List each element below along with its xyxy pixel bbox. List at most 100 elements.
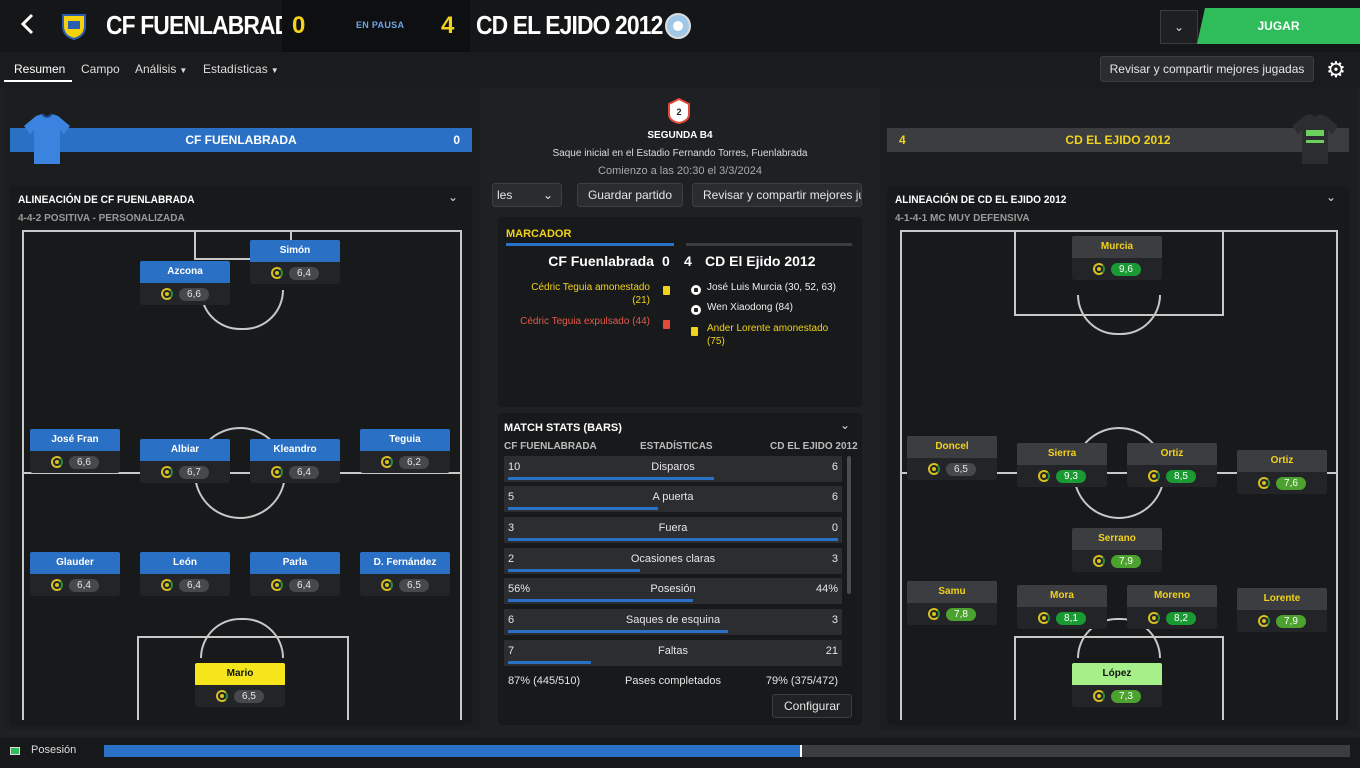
stat-home-bar xyxy=(508,569,640,572)
collapse-home-lineup-button[interactable]: ⌄ xyxy=(448,190,458,204)
svg-text:2: 2 xyxy=(676,107,681,117)
stat-label: Posesión xyxy=(650,583,696,595)
player-card[interactable]: D. Fernández 6,5 xyxy=(360,552,450,596)
play-button[interactable]: JUGAR xyxy=(1197,8,1360,44)
goalkeeper-card[interactable]: López 7,3 xyxy=(1072,663,1162,707)
bottom-box-line xyxy=(1014,636,1224,638)
collapse-stats-button[interactable]: ⌄ xyxy=(840,418,850,432)
review-highlights-button[interactable]: Revisar y compartir mejores jugadas xyxy=(1100,56,1314,82)
player-name: Moreno xyxy=(1127,585,1217,607)
player-rating: 6,4 xyxy=(289,266,319,280)
tab-label: Resumen xyxy=(14,62,66,76)
back-button[interactable] xyxy=(16,12,40,40)
away-event: (75) xyxy=(707,336,725,347)
player-card[interactable]: Albiar 6,7 xyxy=(140,439,230,483)
rating-icon xyxy=(271,466,284,478)
player-card[interactable]: Ortiz 7,6 xyxy=(1237,450,1327,494)
stat-row: A puerta 5 6 xyxy=(504,486,842,512)
rating-icon xyxy=(1148,470,1161,482)
player-rating: 6,5 xyxy=(946,462,976,476)
match-options-dropdown[interactable]: ⌄ xyxy=(1160,10,1198,44)
configure-button[interactable]: Configurar xyxy=(772,694,852,718)
rating-icon xyxy=(271,579,284,591)
player-name: Ortiz xyxy=(1127,443,1217,465)
player-rating: 6,4 xyxy=(289,465,319,479)
player-card[interactable]: Samu 7,8 xyxy=(907,581,997,625)
player-card[interactable]: Simón 6,4 xyxy=(250,240,340,284)
stat-label: Disparos xyxy=(651,461,695,473)
tab-resumen[interactable]: Resumen xyxy=(14,62,65,76)
chevron-down-icon: ▼ xyxy=(179,66,188,75)
home-formation: 4-4-2 POSITIVA - PERSONALIZADA xyxy=(18,213,185,224)
tab-analisis[interactable]: Análisis ▼ xyxy=(135,62,187,76)
rating-icon xyxy=(1093,690,1106,702)
goalkeeper-card[interactable]: Mario 6,5 xyxy=(195,663,285,707)
player-card[interactable]: Teguia 6,2 xyxy=(360,429,450,473)
player-card[interactable]: Moreno 8,2 xyxy=(1127,585,1217,629)
player-card[interactable]: Azcona 6,6 xyxy=(140,261,230,305)
home-kit-icon xyxy=(22,112,72,166)
away-team-name: CD EL EJIDO 2012 xyxy=(476,10,663,40)
player-card[interactable]: José Fran 6,6 xyxy=(30,429,120,473)
chevron-down-icon: ⌄ xyxy=(1326,190,1337,204)
stat-home-value: 3 xyxy=(508,522,515,534)
stat-label: Ocasiones claras xyxy=(630,553,716,565)
rating-icon xyxy=(1258,477,1271,489)
active-tab-underline xyxy=(4,80,72,82)
home-lineup-title: ALINEACIÓN DE CF FUENLABRADA xyxy=(18,194,195,206)
player-card[interactable]: Glauder 6,4 xyxy=(30,552,120,596)
stats-scrollbar[interactable] xyxy=(847,456,851,594)
player-rating: 7,6 xyxy=(1276,476,1306,490)
goal-ball-icon xyxy=(691,301,701,319)
player-card[interactable]: Parla 6,4 xyxy=(250,552,340,596)
rating-icon xyxy=(51,579,64,591)
settings-button[interactable]: ⚙ xyxy=(1322,56,1350,84)
player-card[interactable]: Sierra 9,3 xyxy=(1017,443,1107,487)
stat-label: Saques de esquina xyxy=(625,614,721,626)
player-card[interactable]: Doncel 6,5 xyxy=(907,436,997,480)
stat-away-value: 79% (375/472) xyxy=(765,675,838,687)
footer-label: Posesión xyxy=(31,744,77,756)
review-highlights-button-2[interactable]: Revisar y compartir mejores ju xyxy=(692,183,862,207)
red-card-icon xyxy=(663,316,670,334)
player-name: Kleandro xyxy=(250,439,340,461)
scoreboard-away-name: CD El Ejido 2012 xyxy=(705,253,816,269)
player-rating: 6,6 xyxy=(179,287,209,301)
player-card[interactable]: Serrano 7,9 xyxy=(1072,528,1162,572)
stats-middle-column: ESTADÍSTICAS xyxy=(640,441,713,452)
possession-bar xyxy=(104,745,1350,757)
top-box-side xyxy=(194,230,196,258)
player-card[interactable]: Mora 8,1 xyxy=(1017,585,1107,629)
player-rating: 6,7 xyxy=(179,465,209,479)
player-card[interactable]: Murcia 9,6 xyxy=(1072,236,1162,280)
tab-label: Campo xyxy=(81,62,120,76)
player-card[interactable]: León 6,4 xyxy=(140,552,230,596)
tab-estadisticas[interactable]: Estadísticas ▼ xyxy=(203,62,279,76)
player-rating: 6,5 xyxy=(399,578,429,592)
player-card[interactable]: Kleandro 6,4 xyxy=(250,439,340,483)
collapse-away-lineup-button[interactable]: ⌄ xyxy=(1326,190,1336,204)
player-name: Murcia xyxy=(1072,236,1162,258)
partial-dropdown-button[interactable]: les ⌄ xyxy=(492,183,562,207)
away-score: 4 xyxy=(441,12,455,39)
chevron-down-icon: ⌄ xyxy=(840,418,851,432)
save-match-button[interactable]: Guardar partido xyxy=(577,183,683,207)
player-name: Mora xyxy=(1017,585,1107,607)
rating-icon xyxy=(381,456,394,468)
tab-campo[interactable]: Campo xyxy=(81,62,120,76)
player-rating: 8,5 xyxy=(1166,469,1196,483)
stats-home-column: CF FUENLABRADA xyxy=(504,441,597,452)
player-name: Mario xyxy=(195,663,285,685)
partial-button-label: les xyxy=(497,188,513,202)
home-scoreboard-accent xyxy=(506,243,674,246)
player-name: Teguia xyxy=(360,429,450,451)
player-card[interactable]: Ortiz 8,5 xyxy=(1127,443,1217,487)
player-rating: 9,6 xyxy=(1111,262,1141,276)
rating-icon xyxy=(1038,612,1051,624)
player-rating: 6,4 xyxy=(69,578,99,592)
player-rating: 8,1 xyxy=(1056,611,1086,625)
home-bar-name: CF FUENLABRADA xyxy=(185,133,297,147)
stat-row: Fuera 3 0 xyxy=(504,517,842,543)
bottom-box-side xyxy=(1014,636,1016,720)
player-card[interactable]: Lorente 7,9 xyxy=(1237,588,1327,632)
